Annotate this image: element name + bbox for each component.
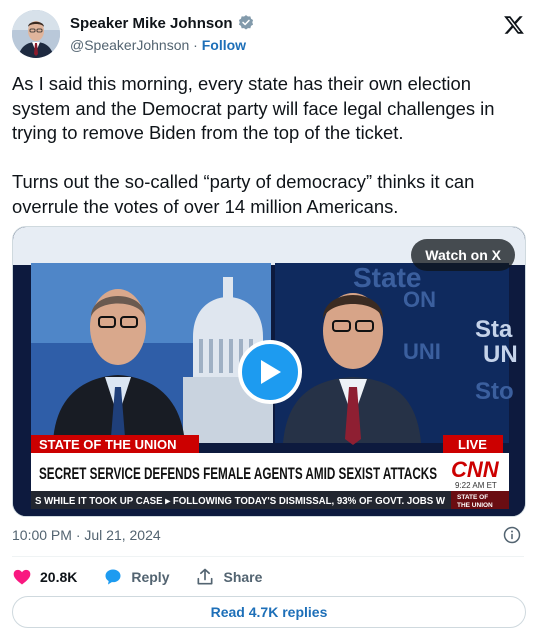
reply-button[interactable]: Reply	[103, 567, 169, 587]
avatar[interactable]	[12, 10, 60, 58]
backdrop-word: Sta	[475, 316, 513, 343]
program-bug-line2: THE UNION	[457, 502, 493, 509]
tweet-actions: 20.8K Reply Share	[12, 565, 288, 589]
backdrop-word: Sto	[475, 378, 514, 405]
read-replies-button[interactable]: Read 4.7K replies	[12, 596, 526, 628]
ticker: S WHILE IT TOOK UP CASE ▸ FOLLOWING TODA…	[35, 496, 446, 507]
live-badge: LIVE	[458, 437, 487, 452]
share-button[interactable]: Share	[195, 567, 262, 587]
backdrop-word: UN	[483, 341, 518, 368]
heart-icon	[13, 569, 31, 585]
video-player[interactable]: State ON Sta UN UNI Sto STATE OF THE UNI…	[12, 226, 526, 517]
follow-button[interactable]: Follow	[202, 37, 246, 53]
tweet-header: Speaker Mike Johnson @SpeakerJohnson · F…	[12, 10, 527, 60]
reply-label: Reply	[131, 569, 170, 585]
x-logo-icon[interactable]	[503, 14, 525, 36]
like-count: 20.8K	[40, 569, 78, 585]
play-icon	[261, 360, 281, 384]
backdrop-word: UNI	[403, 339, 441, 364]
share-icon	[197, 568, 213, 585]
avatar-image	[12, 10, 60, 58]
info-icon[interactable]	[503, 526, 521, 544]
share-label: Share	[223, 569, 263, 585]
network-logo: CNN	[451, 457, 500, 482]
broadcast-time: 9:22 AM ET	[455, 481, 497, 490]
author-name-row: Speaker Mike Johnson	[70, 14, 255, 32]
program-bug-line1: STATE OF	[457, 494, 488, 501]
headline: SECRET SERVICE DEFENDS FEMALE AGENTS AMI…	[39, 464, 437, 483]
divider	[12, 556, 524, 557]
author-name[interactable]: Speaker Mike Johnson	[70, 15, 233, 32]
like-button[interactable]: 20.8K	[12, 567, 77, 587]
play-button[interactable]	[238, 340, 302, 404]
backdrop-word: ON	[403, 287, 436, 312]
program-label: STATE OF THE UNION	[39, 437, 176, 452]
author-handle-row: @SpeakerJohnson · Follow	[70, 37, 246, 53]
tweet-text: As I said this morning, every state has …	[12, 73, 495, 217]
handle-separator: ·	[189, 37, 202, 53]
author-handle[interactable]: @SpeakerJohnson	[70, 37, 189, 53]
verified-badge-icon	[238, 15, 253, 30]
tweet-timestamp[interactable]: 10:00 PM · Jul 21, 2024	[12, 527, 161, 543]
watch-on-x-button[interactable]: Watch on X	[411, 239, 515, 271]
reply-bubble-icon	[105, 569, 121, 585]
